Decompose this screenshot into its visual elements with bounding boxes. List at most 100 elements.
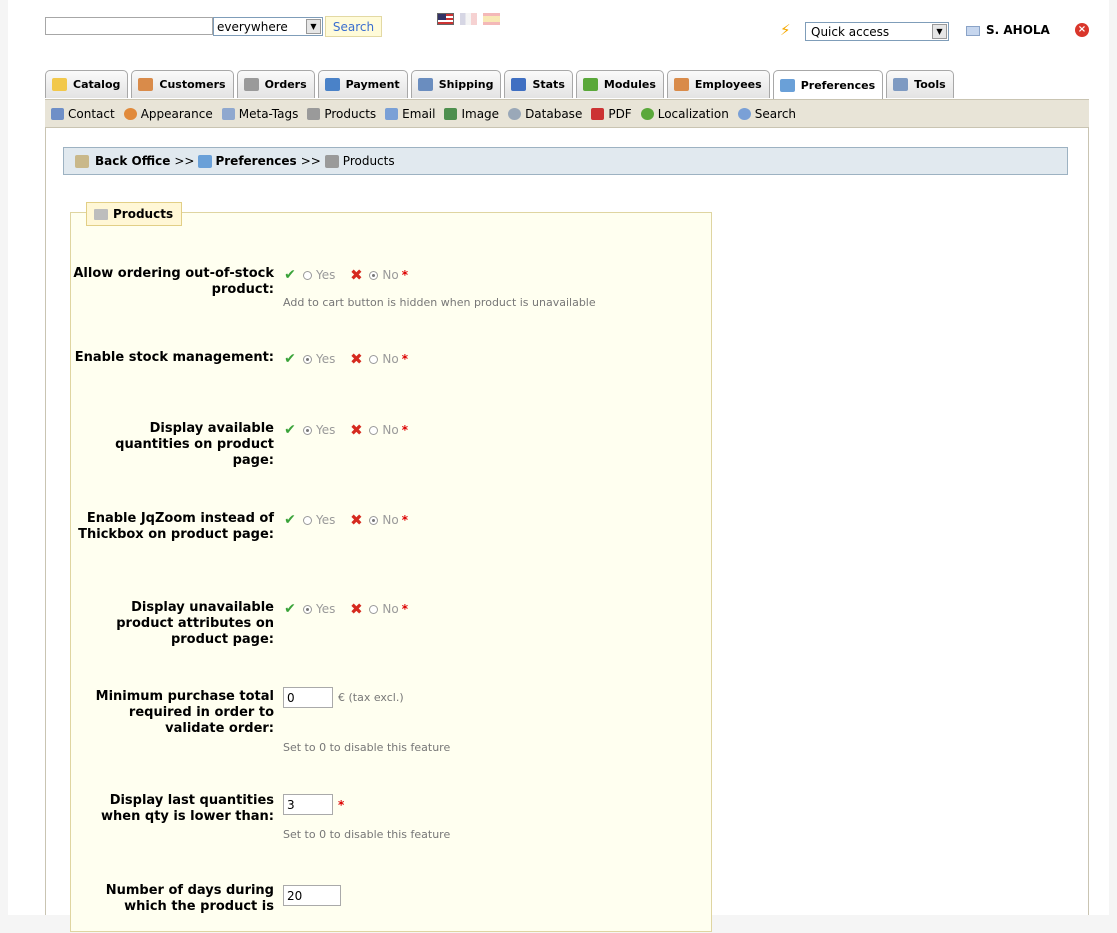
tab-customers[interactable]: Customers <box>131 70 234 98</box>
radio-yes-label: Yes <box>316 268 336 282</box>
tab-label: Preferences <box>800 78 876 92</box>
tab-orders[interactable]: Orders <box>236 70 315 98</box>
field-label: Enable stock management: <box>74 350 274 365</box>
subnav-label: Search <box>754 106 797 121</box>
yes-no-control: ✔ Yes ✖ No * <box>283 511 408 529</box>
preferences-icon <box>198 154 213 168</box>
products-legend: Products <box>86 202 183 226</box>
radio-no-label: No <box>382 423 399 437</box>
radio-yes[interactable] <box>303 354 312 364</box>
subnav-label: Email <box>402 106 436 121</box>
subnav-item-search[interactable]: Search <box>737 106 797 121</box>
tab-shipping[interactable]: Shipping <box>410 70 502 98</box>
radio-no[interactable] <box>369 425 379 435</box>
cross-icon: ✖ <box>350 350 363 368</box>
checkmark-icon: ✔ <box>284 512 296 528</box>
subnav-label: Products <box>324 106 377 121</box>
radio-no[interactable] <box>369 604 379 614</box>
search-scope-select[interactable]: everywhere ▼ <box>213 17 323 36</box>
subnav-item-contact[interactable]: Contact <box>51 107 115 121</box>
tab-label: Customers <box>159 78 226 91</box>
customer-icon <box>138 78 154 91</box>
subnav-item-localization[interactable]: Localization <box>640 107 729 121</box>
wrench-icon <box>75 154 89 168</box>
meta-tags-icon <box>221 107 235 120</box>
employee-icon <box>673 78 689 91</box>
subnav-label: Appearance <box>140 106 213 121</box>
yes-no-control: ✔ Yes ✖ No * <box>283 266 408 284</box>
search-input[interactable] <box>45 17 213 35</box>
cart-icon <box>94 208 108 220</box>
field-hint: Set to 0 to disable this feature <box>283 828 451 841</box>
tab-preferences[interactable]: Preferences <box>772 70 884 99</box>
radio-yes[interactable] <box>303 515 312 525</box>
field-new-days: Number of days during which the product … <box>71 883 713 933</box>
radio-no[interactable] <box>369 354 379 364</box>
radio-no[interactable] <box>369 515 379 525</box>
field-unavailable-attributes: Display unavailable product attributes o… <box>71 600 713 650</box>
tab-catalog[interactable]: Catalog <box>45 70 129 98</box>
radio-no[interactable] <box>369 270 379 280</box>
subnav-item-image[interactable]: Image <box>444 107 499 121</box>
radio-yes[interactable] <box>303 604 312 614</box>
spanish-flag-icon[interactable] <box>483 13 500 25</box>
field-hint: Set to 0 to disable this feature <box>283 741 451 754</box>
tab-payment[interactable]: Payment <box>317 70 408 98</box>
english-flag-icon[interactable] <box>437 13 454 25</box>
user-name: S. AHOLA <box>986 23 1050 37</box>
field-label: Display available quantities on product … <box>115 421 274 468</box>
main-content: Back Office >> Preferences >> Products A… <box>45 128 1089 932</box>
subnav-label: Image <box>461 106 500 121</box>
required-asterisk: * <box>401 423 408 437</box>
required-asterisk: * <box>338 797 345 812</box>
breadcrumb-preferences[interactable]: Preferences <box>215 154 296 168</box>
new-days-input[interactable] <box>283 885 341 906</box>
field-label: Display unavailable product attributes o… <box>116 600 274 647</box>
tab-stats[interactable]: Stats <box>504 70 573 98</box>
breadcrumb-separator: >> <box>174 154 195 168</box>
tab-employees[interactable]: Employees <box>666 70 770 98</box>
preferences-subnav: Contact Appearance Meta-Tags Products Em… <box>45 99 1089 128</box>
logout-icon[interactable]: × <box>1075 23 1089 37</box>
radio-yes[interactable] <box>303 270 312 280</box>
subnav-item-products[interactable]: Products <box>307 107 376 121</box>
breadcrumb-back-office[interactable]: Back Office <box>95 154 170 168</box>
radio-yes[interactable] <box>303 425 312 435</box>
lightning-bolt-icon: ⚡ <box>780 21 791 39</box>
last-quantities-input[interactable] <box>283 794 333 815</box>
image-icon <box>444 107 458 120</box>
subnav-item-appearance[interactable]: Appearance <box>123 106 213 121</box>
tab-modules[interactable]: Modules <box>575 70 664 98</box>
subnav-item-database[interactable]: Database <box>508 107 582 121</box>
french-flag-icon[interactable] <box>460 13 477 25</box>
top-bar: everywhere ▼ Search ⚡ Quick access ▼ S. … <box>8 0 1109 56</box>
pdf-icon <box>591 107 605 120</box>
user-card-icon <box>966 26 980 36</box>
cart-icon <box>243 78 259 91</box>
payment-icon <box>324 78 340 91</box>
chevron-down-icon[interactable]: ▼ <box>932 24 947 39</box>
subnav-item-email[interactable]: Email <box>385 107 435 121</box>
tab-tools[interactable]: Tools <box>886 70 954 98</box>
subnav-item-pdf[interactable]: PDF <box>591 106 632 121</box>
preferences-icon <box>779 78 795 92</box>
minimum-purchase-input[interactable] <box>283 687 333 708</box>
globe-icon <box>640 107 654 120</box>
subnav-label: Contact <box>68 106 115 121</box>
quick-access-select[interactable]: Quick access ▼ <box>805 22 949 41</box>
tab-label: Stats <box>532 78 565 91</box>
amount-control: € (tax excl.) <box>283 687 404 708</box>
tab-label: Orders <box>264 78 307 91</box>
palette-icon <box>123 107 137 120</box>
subnav-label: PDF <box>608 106 632 121</box>
required-asterisk: * <box>401 268 408 282</box>
search-button[interactable]: Search <box>325 16 382 37</box>
radio-no-label: No <box>382 352 399 366</box>
radio-yes-label: Yes <box>316 602 336 616</box>
subnav-item-meta-tags[interactable]: Meta-Tags <box>221 107 298 121</box>
email-icon <box>385 107 399 120</box>
chevron-down-icon[interactable]: ▼ <box>306 19 321 34</box>
truck-icon <box>417 78 433 91</box>
days-control <box>283 885 341 906</box>
field-label: Number of days during which the product … <box>105 883 274 914</box>
